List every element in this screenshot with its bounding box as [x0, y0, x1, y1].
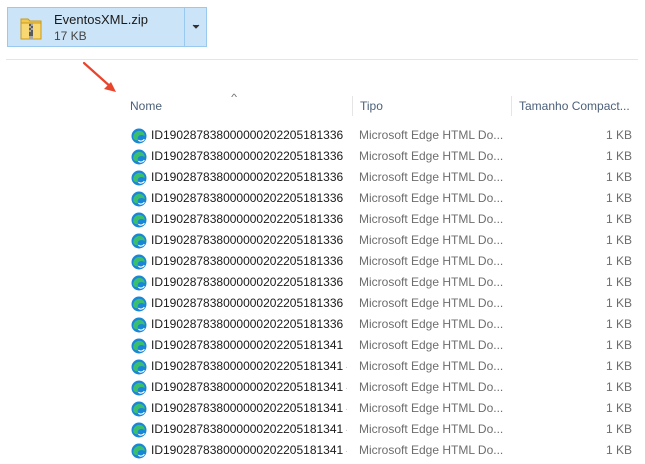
file-type: Microsoft Edge HTML Do... — [359, 359, 504, 373]
file-name: ID190287838000000202205181336 16... — [151, 254, 347, 268]
column-header-name[interactable]: Nome — [130, 92, 350, 120]
download-chip[interactable]: EventosXML.zip 17 KB — [7, 7, 207, 47]
file-row[interactable]: ID190287838000000202205181336 16... Micro… — [0, 314, 645, 335]
edge-html-file-icon — [131, 254, 147, 270]
file-name: ID190287838000000202205181336 16... — [151, 296, 347, 310]
edge-html-file-icon — [131, 212, 147, 228]
file-row[interactable]: ID190287838000000202205181336 16... Micro… — [0, 230, 645, 251]
file-name: ID190287838000000202205181341 40... — [151, 359, 347, 373]
download-open-button[interactable]: EventosXML.zip 17 KB — [8, 8, 184, 46]
file-type: Microsoft Edge HTML Do... — [359, 296, 504, 310]
file-compressed-size: 1 KB — [605, 170, 632, 184]
file-compressed-size: 1 KB — [605, 149, 632, 163]
file-compressed-size: 1 KB — [605, 212, 632, 226]
file-type: Microsoft Edge HTML Do... — [359, 128, 504, 142]
file-type: Microsoft Edge HTML Do... — [359, 338, 504, 352]
file-compressed-size: 1 KB — [605, 338, 632, 352]
file-type: Microsoft Edge HTML Do... — [359, 275, 504, 289]
column-header-type[interactable]: Tipo — [360, 92, 508, 120]
file-type: Microsoft Edge HTML Do... — [359, 401, 504, 415]
file-type: Microsoft Edge HTML Do... — [359, 170, 504, 184]
file-row[interactable]: ID190287838000000202205181336 16... Micro… — [0, 146, 645, 167]
file-row[interactable]: ID190287838000000202205181336 15... Micro… — [0, 125, 645, 146]
file-row[interactable]: ID190287838000000202205181336 16... Micro… — [0, 209, 645, 230]
file-type: Microsoft Edge HTML Do... — [359, 254, 504, 268]
file-name: ID190287838000000202205181341 40... — [151, 380, 347, 394]
column-header-compressed-size[interactable]: Tamanho Compact... — [519, 92, 633, 120]
edge-html-file-icon — [131, 149, 147, 165]
file-type: Microsoft Edge HTML Do... — [359, 212, 504, 226]
file-name: ID190287838000000202205181341 41... — [151, 422, 347, 436]
file-compressed-size: 1 KB — [605, 275, 632, 289]
file-compressed-size: 1 KB — [605, 191, 632, 205]
file-name: ID190287838000000202205181336 16... — [151, 191, 347, 205]
edge-html-file-icon — [131, 191, 147, 207]
file-compressed-size: 1 KB — [605, 401, 632, 415]
file-name: ID190287838000000202205181336 15... — [151, 128, 347, 142]
file-name: ID190287838000000202205181336 16... — [151, 149, 347, 163]
file-row[interactable]: ID190287838000000202205181341 40... Micro… — [0, 377, 645, 398]
file-row[interactable]: ID190287838000000202205181341 41... Micro… — [0, 419, 645, 440]
file-compressed-size: 1 KB — [605, 128, 632, 142]
edge-html-file-icon — [131, 443, 147, 459]
file-type: Microsoft Edge HTML Do... — [359, 191, 504, 205]
edge-html-file-icon — [131, 275, 147, 291]
edge-html-file-icon — [131, 233, 147, 249]
file-row[interactable]: ID190287838000000202205181336 16... Micro… — [0, 272, 645, 293]
edge-html-file-icon — [131, 338, 147, 354]
file-compressed-size: 1 KB — [605, 422, 632, 436]
edge-html-file-icon — [131, 422, 147, 438]
file-name: ID190287838000000202205181336 16... — [151, 170, 347, 184]
file-compressed-size: 1 KB — [605, 233, 632, 247]
file-name: ID190287838000000202205181336 16... — [151, 275, 347, 289]
file-type: Microsoft Edge HTML Do... — [359, 317, 504, 331]
file-type: Microsoft Edge HTML Do... — [359, 233, 504, 247]
edge-html-file-icon — [131, 380, 147, 396]
edge-html-file-icon — [131, 170, 147, 186]
file-name: ID190287838000000202205181336 16... — [151, 212, 347, 226]
file-name: ID190287838000000202205181341 39... — [151, 338, 347, 352]
file-row[interactable]: ID190287838000000202205181341 41... Micro… — [0, 398, 645, 419]
red-arrow-annotation — [82, 61, 116, 92]
file-row[interactable]: ID190287838000000202205181341 39... Micro… — [0, 335, 645, 356]
file-name: ID190287838000000202205181341 41... — [151, 401, 347, 415]
zip-folder-icon — [20, 18, 42, 40]
file-type: Microsoft Edge HTML Do... — [359, 149, 504, 163]
download-file-size: 17 KB — [54, 29, 87, 43]
file-list: ID190287838000000202205181336 15... Micro… — [0, 125, 645, 461]
file-name: ID190287838000000202205181336 16... — [151, 317, 347, 331]
file-row[interactable]: ID190287838000000202205181341 40... Micro… — [0, 356, 645, 377]
file-compressed-size: 1 KB — [605, 317, 632, 331]
edge-html-file-icon — [131, 401, 147, 417]
file-name: ID190287838000000202205181336 16... — [151, 233, 347, 247]
file-compressed-size: 1 KB — [605, 359, 632, 373]
column-header-row: Nome Tipo Tamanho Compact... — [0, 92, 645, 120]
file-row[interactable]: ID190287838000000202205181336 16... Micro… — [0, 251, 645, 272]
file-row[interactable]: ID190287838000000202205181336 16... Micro… — [0, 167, 645, 188]
file-type: Microsoft Edge HTML Do... — [359, 443, 504, 457]
file-compressed-size: 1 KB — [605, 254, 632, 268]
file-row[interactable]: ID190287838000000202205181341 42... Micro… — [0, 440, 645, 461]
file-type: Microsoft Edge HTML Do... — [359, 422, 504, 436]
file-type: Microsoft Edge HTML Do... — [359, 380, 504, 394]
file-name: ID190287838000000202205181341 42... — [151, 443, 347, 457]
edge-html-file-icon — [131, 296, 147, 312]
edge-html-file-icon — [131, 128, 147, 144]
file-compressed-size: 1 KB — [605, 443, 632, 457]
chevron-down-icon — [192, 24, 199, 29]
column-divider[interactable] — [511, 96, 512, 116]
file-compressed-size: 1 KB — [605, 380, 632, 394]
file-compressed-size: 1 KB — [605, 296, 632, 310]
download-file-name: EventosXML.zip — [54, 12, 148, 27]
column-divider[interactable] — [352, 96, 353, 116]
edge-html-file-icon — [131, 317, 147, 333]
file-row[interactable]: ID190287838000000202205181336 16... Micro… — [0, 293, 645, 314]
file-row[interactable]: ID190287838000000202205181336 16... Micro… — [0, 188, 645, 209]
edge-html-file-icon — [131, 359, 147, 375]
download-options-button[interactable] — [184, 8, 206, 46]
